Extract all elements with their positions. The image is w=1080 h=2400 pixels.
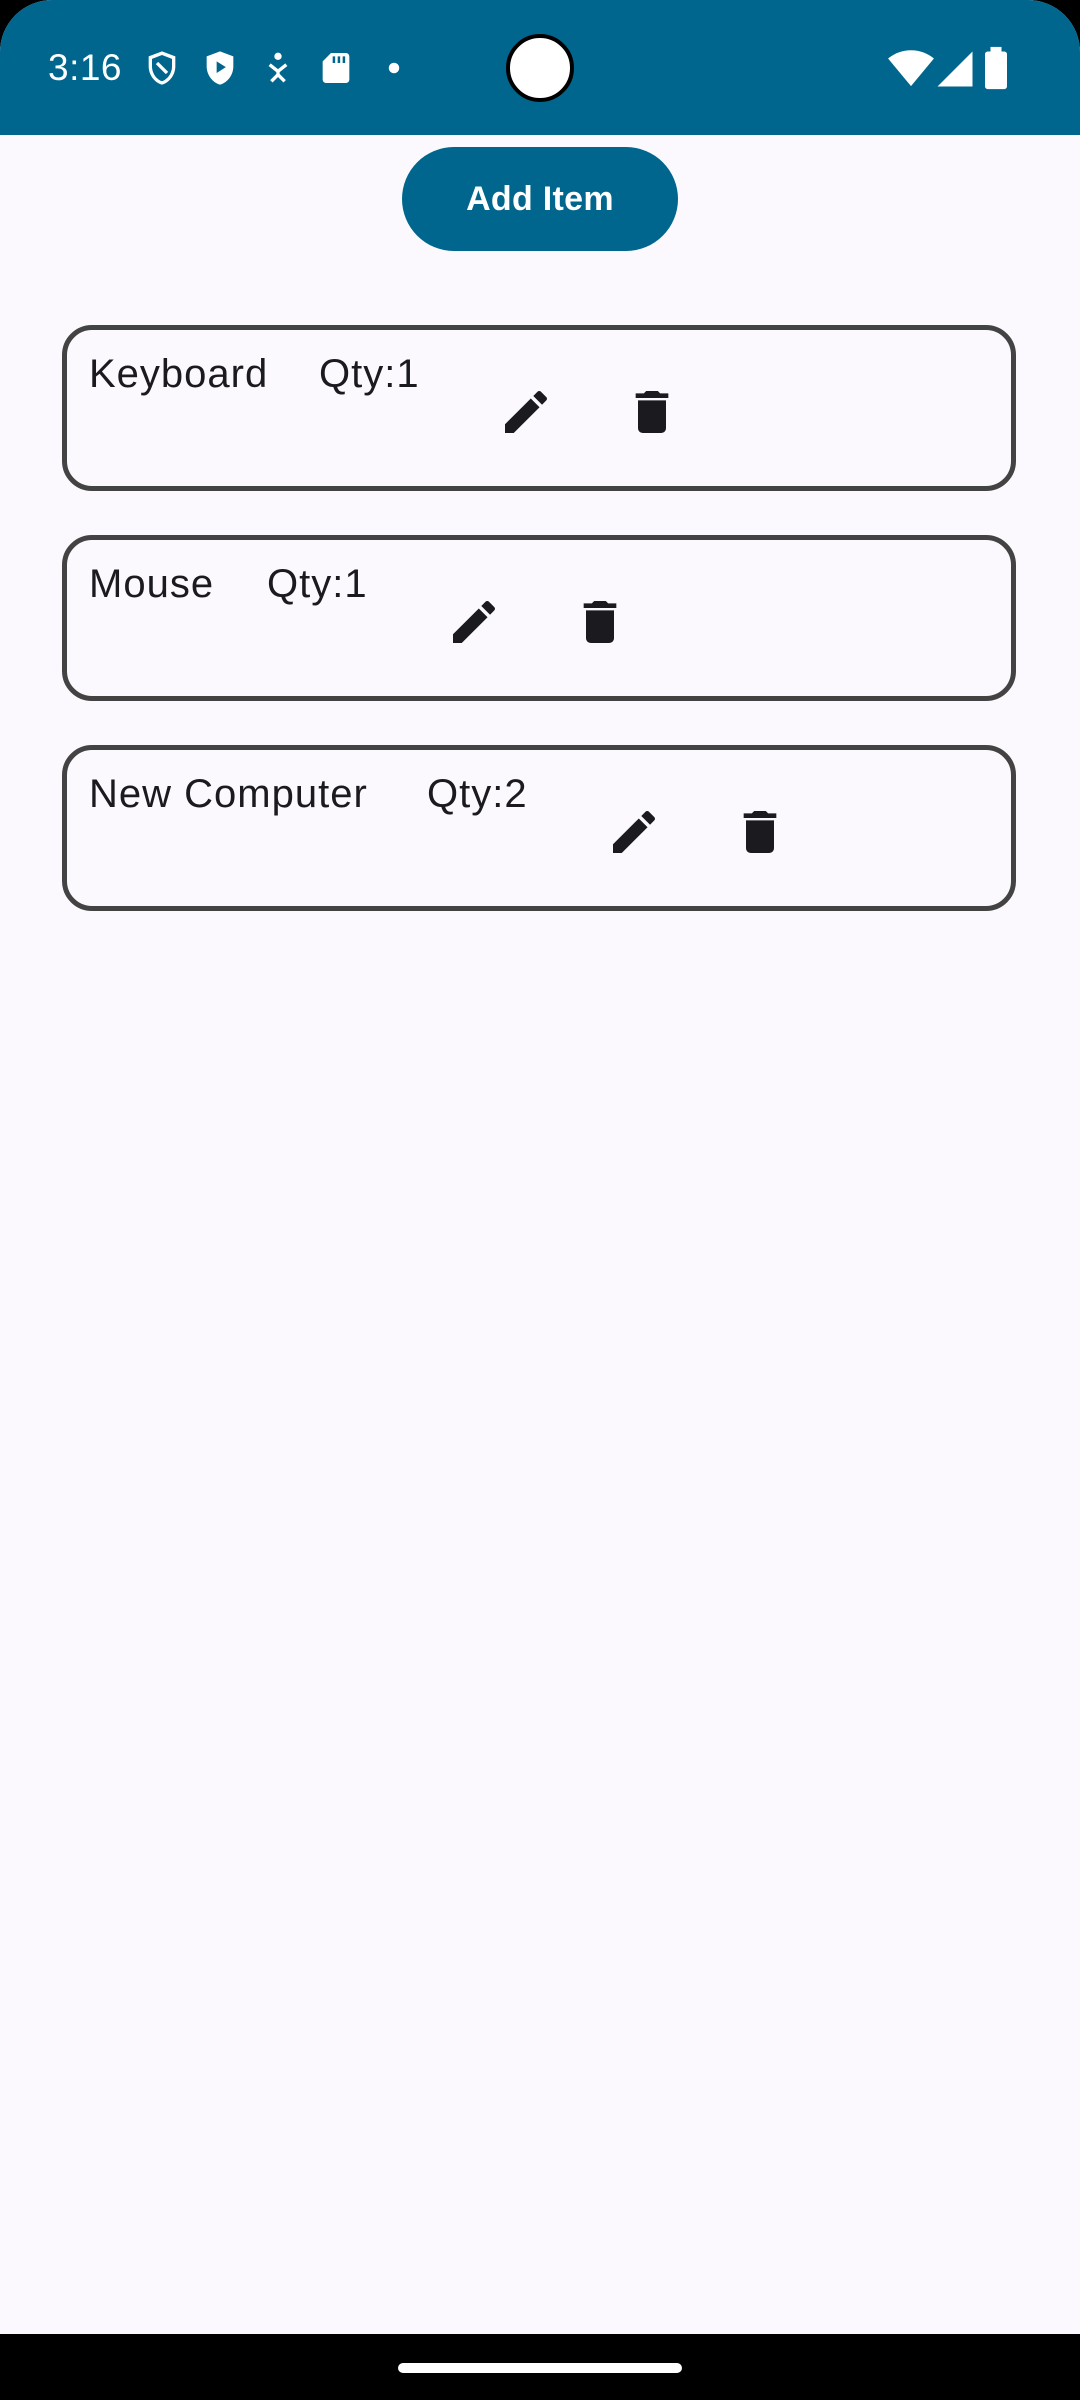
- item-name: New Computer: [89, 772, 368, 816]
- status-bar: 3:16: [0, 0, 1080, 135]
- battery-icon: [980, 46, 1012, 90]
- delete-icon[interactable]: [572, 594, 628, 650]
- item-qty: Qty:2: [427, 772, 528, 816]
- accessibility-icon: [258, 48, 298, 88]
- front-camera: [506, 34, 574, 102]
- edit-icon[interactable]: [446, 594, 502, 650]
- signal-icon: [934, 48, 976, 90]
- edit-icon[interactable]: [498, 384, 554, 440]
- sd-card-icon: [316, 48, 356, 88]
- item-card-keyboard: Keyboard Qty:1: [62, 325, 1016, 491]
- delete-icon[interactable]: [732, 804, 788, 860]
- app-screen: 3:16 Add Item Keyboard Qty:1 Mouse Qty:1…: [0, 0, 1080, 2400]
- edit-icon[interactable]: [606, 804, 662, 860]
- item-name: Mouse: [89, 562, 215, 606]
- home-gesture-handle[interactable]: [398, 2363, 682, 2373]
- delete-icon[interactable]: [624, 384, 680, 440]
- item-qty: Qty:1: [319, 352, 420, 396]
- add-item-button[interactable]: Add Item: [402, 147, 678, 251]
- status-time: 3:16: [48, 47, 123, 88]
- item-qty: Qty:1: [267, 562, 368, 606]
- dot-icon: [376, 48, 412, 88]
- item-name: Keyboard: [89, 352, 269, 396]
- item-card-new-computer: New Computer Qty:2: [62, 745, 1016, 911]
- wifi-icon: [888, 48, 934, 90]
- play-protect-icon: [200, 48, 240, 88]
- shield-icon: [142, 48, 182, 88]
- item-card-mouse: Mouse Qty:1: [62, 535, 1016, 701]
